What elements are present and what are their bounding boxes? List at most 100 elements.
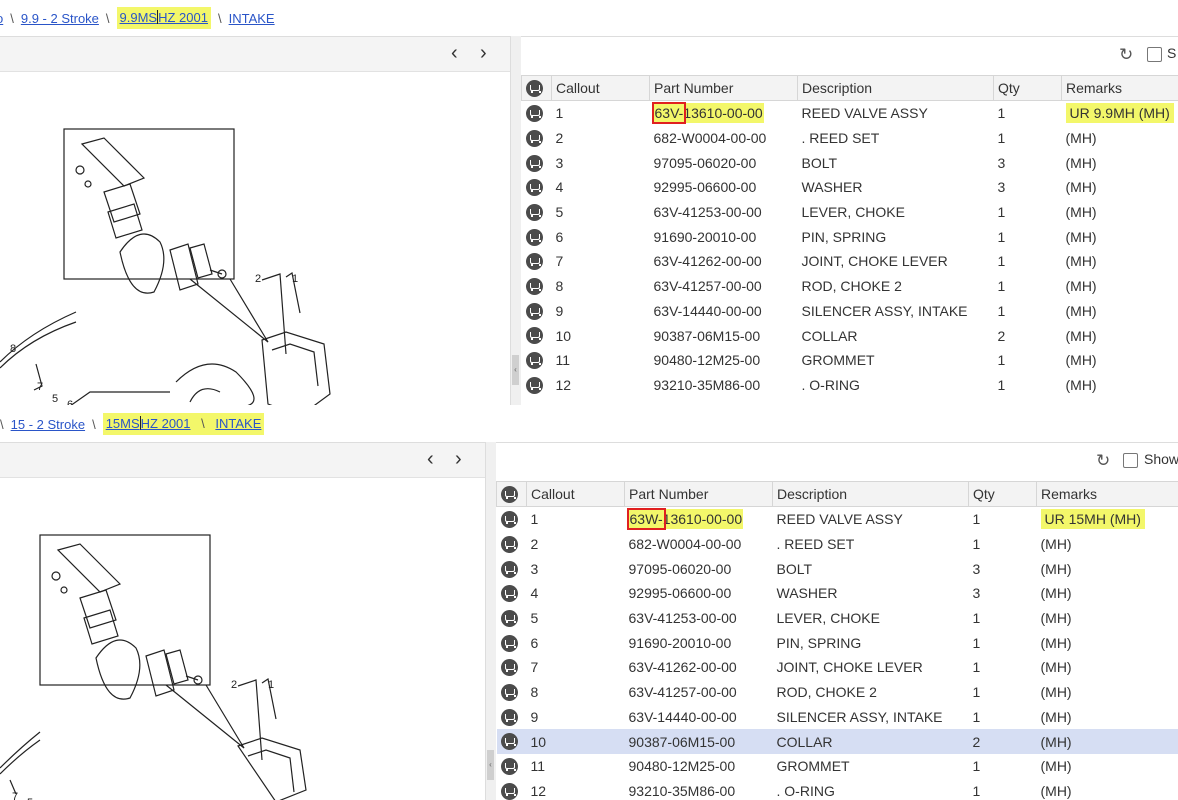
add-to-cart-icon[interactable] <box>500 609 518 627</box>
table-row[interactable]: 11 90480-12M25-00 GROMMET 1 (MH) <box>522 348 1178 373</box>
add-to-cart-icon[interactable] <box>525 327 543 345</box>
breadcrumb-section-link[interactable]: INTAKE <box>215 416 261 431</box>
add-to-cart-icon[interactable] <box>525 278 543 296</box>
add-to-cart-icon[interactable] <box>500 708 518 726</box>
qty-cell: 1 <box>972 634 981 651</box>
callout-cell: 6 <box>555 228 564 245</box>
add-to-cart-icon[interactable] <box>500 560 518 578</box>
splitter-grip[interactable]: ‹ <box>512 355 519 385</box>
add-to-cart-icon[interactable] <box>525 376 543 394</box>
add-to-cart-icon[interactable] <box>500 585 518 603</box>
table-row[interactable]: 11 90480-12M25-00 GROMMET 1 (MH) <box>497 754 1178 779</box>
show-checkbox[interactable] <box>1123 453 1138 468</box>
qty-cell: 1 <box>997 228 1006 245</box>
parts-toolbar: ↻ S <box>521 37 1178 73</box>
callout-cell: 4 <box>555 179 564 196</box>
add-to-cart-icon[interactable] <box>525 228 543 246</box>
splitter-grip[interactable]: ‹ <box>487 750 494 780</box>
next-diagram-button[interactable]: › <box>455 449 462 469</box>
breadcrumb-path-highlight: 15MSHZ 2001 \ INTAKE <box>102 413 265 435</box>
qty-column-header[interactable]: Qty <box>993 75 1062 101</box>
add-to-cart-icon[interactable] <box>525 253 543 271</box>
table-row[interactable]: 9 63V-14440-00-00 SILENCER ASSY, INTAKE 1 (M… <box>522 299 1178 324</box>
table-row[interactable]: 6 91690-20010-00 PIN, SPRING 1 (MH) <box>497 630 1178 655</box>
table-row[interactable]: 1 63V-13610-00-00 REED VALVE ASSY 1 UR 9… <box>522 101 1178 126</box>
qty-cell: 3 <box>997 154 1006 171</box>
bottom-panel: \ 15 - 2 Stroke \ 15MSHZ 2001 \ INTAKE ‹… <box>0 406 1178 800</box>
add-to-cart-icon[interactable] <box>500 733 518 751</box>
add-to-cart-icon[interactable] <box>525 302 543 320</box>
breadcrumb-section-link[interactable]: INTAKE <box>229 11 275 26</box>
part-number-column-header[interactable]: Part Number <box>624 481 773 507</box>
add-to-cart-icon[interactable] <box>500 511 518 529</box>
part-number-column-header[interactable]: Part Number <box>649 75 798 101</box>
remarks-column-header[interactable]: Remarks <box>1061 75 1178 101</box>
next-diagram-button[interactable]: › <box>480 43 487 63</box>
qty-cell: 1 <box>972 536 981 553</box>
remarks-column-header[interactable]: Remarks <box>1036 481 1178 507</box>
refresh-icon[interactable]: ↻ <box>1119 46 1133 63</box>
parts-diagram[interactable]: 1 2 5 6 7 8 <box>0 72 510 405</box>
add-to-cart-icon[interactable] <box>500 634 518 652</box>
description-cell: LEVER, CHOKE <box>801 204 905 221</box>
table-row[interactable]: 6 91690-20010-00 PIN, SPRING 1 (MH) <box>522 224 1178 249</box>
add-to-cart-icon[interactable] <box>500 659 518 677</box>
breadcrumb-home-link[interactable]: o <box>0 11 3 26</box>
table-row[interactable]: 5 63V-41253-00-00 LEVER, CHOKE 1 (MH) <box>522 200 1178 225</box>
table-row[interactable]: 8 63V-41257-00-00 ROD, CHOKE 2 1 (MH) <box>522 274 1178 299</box>
part-number-cell: 97095-06020-00 <box>653 154 757 171</box>
table-row[interactable]: 7 63V-41262-00-00 JOINT, CHOKE LEVER 1 (MH) <box>497 655 1178 680</box>
callout-cell: 3 <box>555 154 564 171</box>
add-to-cart-icon[interactable] <box>525 352 543 370</box>
table-row[interactable]: 4 92995-06600-00 WASHER 3 (MH) <box>522 175 1178 200</box>
qty-column-header[interactable]: Qty <box>968 481 1037 507</box>
show-checkbox[interactable] <box>1147 47 1162 62</box>
description-cell: . REED SET <box>776 536 855 553</box>
table-row[interactable]: 3 97095-06020-00 BOLT 3 (MH) <box>497 556 1178 581</box>
parts-diagram[interactable]: 1 2 5 6 7 <box>0 478 485 800</box>
add-to-cart-icon[interactable] <box>525 203 543 221</box>
description-column-header[interactable]: Description <box>772 481 969 507</box>
add-to-cart-icon[interactable] <box>525 179 543 197</box>
callout-column-header[interactable]: Callout <box>551 75 650 101</box>
breadcrumb-series-link[interactable]: 9.9 - 2 Stroke <box>21 11 99 26</box>
table-row[interactable]: 2 682-W0004-00-00 . REED SET 1 (MH) <box>497 532 1178 557</box>
add-to-cart-icon[interactable] <box>500 684 518 702</box>
add-to-cart-icon[interactable] <box>500 782 518 800</box>
add-to-cart-icon[interactable] <box>500 535 518 553</box>
remarks-cell: (MH) <box>1040 659 1072 676</box>
table-row[interactable]: 9 63V-14440-00-00 SILENCER ASSY, INTAKE 1 (M… <box>497 705 1178 730</box>
remarks-cell: (MH) <box>1065 327 1097 344</box>
table-row[interactable]: 8 63V-41257-00-00 ROD, CHOKE 2 1 (MH) <box>497 680 1178 705</box>
remarks-cell: (MH) <box>1065 302 1097 319</box>
callout-column-header[interactable]: Callout <box>526 481 625 507</box>
part-number-cell: 91690-20010-00 <box>628 634 732 651</box>
refresh-icon[interactable]: ↻ <box>1096 452 1110 469</box>
table-row-selected[interactable]: 10 90387-06M15-00 COLLAR 2 (MH) <box>496 729 1178 754</box>
table-row[interactable]: 12 93210-35M86-00 . O-RING 1 (MH) <box>522 373 1178 398</box>
part-number-cell: 90480-12M25-00 <box>653 352 761 369</box>
description-column-header[interactable]: Description <box>797 75 994 101</box>
qty-cell: 1 <box>972 758 981 775</box>
breadcrumb-model-link[interactable]: 15MSHZ 2001 <box>106 416 191 431</box>
add-to-cart-icon[interactable] <box>525 154 543 172</box>
add-to-cart-icon[interactable] <box>525 129 543 147</box>
table-row[interactable]: 5 63V-41253-00-00 LEVER, CHOKE 1 (MH) <box>497 606 1178 631</box>
breadcrumb-model-link[interactable]: 9.9MSHZ 2001 <box>120 10 208 25</box>
part-prefix-callout-box: 63W- <box>626 508 666 531</box>
add-to-cart-icon[interactable] <box>525 105 543 123</box>
part-number-cell: 92995-06600-00 <box>628 585 732 602</box>
table-row[interactable]: 3 97095-06020-00 BOLT 3 (MH) <box>522 150 1178 175</box>
previous-diagram-button[interactable]: ‹ <box>427 449 434 469</box>
table-row[interactable]: 10 90387-06M15-00 COLLAR 2 (MH) <box>522 323 1178 348</box>
table-row[interactable]: 12 93210-35M86-00 . O-RING 1 (MH) <box>497 779 1178 800</box>
qty-cell: 1 <box>997 105 1006 122</box>
table-row[interactable]: 1 63W-13610-00-00 REED VALVE ASSY 1 UR 1… <box>497 507 1178 532</box>
table-row[interactable]: 2 682-W0004-00-00 . REED SET 1 (MH) <box>522 126 1178 151</box>
table-row[interactable]: 7 63V-41262-00-00 JOINT, CHOKE LEVER 1 (MH) <box>522 249 1178 274</box>
add-to-cart-icon[interactable] <box>500 758 518 776</box>
callout-cell: 12 <box>530 782 547 799</box>
table-row[interactable]: 4 92995-06600-00 WASHER 3 (MH) <box>497 581 1178 606</box>
breadcrumb-series-link[interactable]: 15 - 2 Stroke <box>11 417 85 432</box>
previous-diagram-button[interactable]: ‹ <box>451 43 458 63</box>
